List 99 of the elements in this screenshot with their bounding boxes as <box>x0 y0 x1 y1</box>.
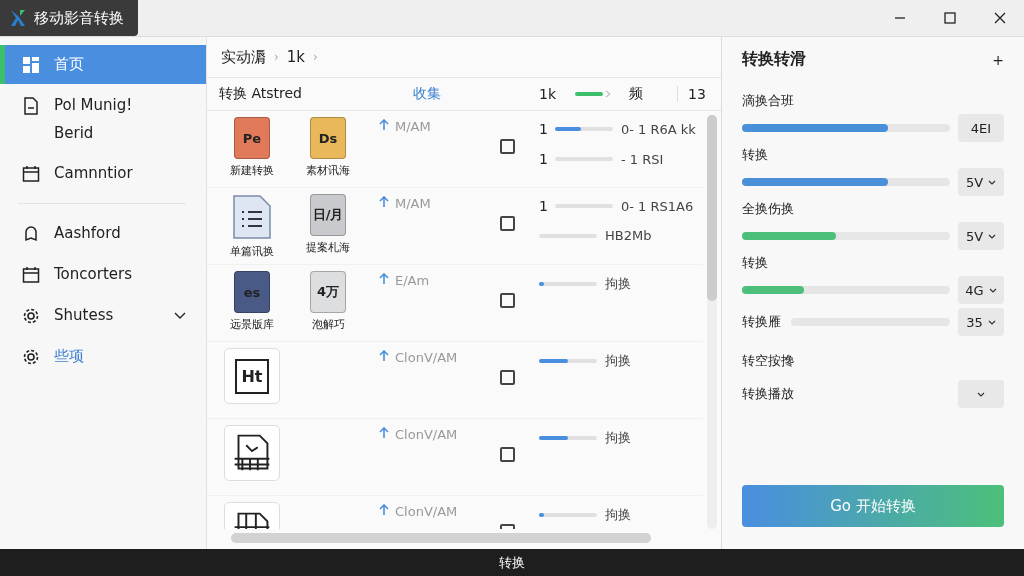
gear-icon <box>22 348 40 366</box>
gear-icon <box>22 307 40 325</box>
size-reading: HB2Mb <box>605 228 652 243</box>
upload-arrow-icon <box>379 350 389 362</box>
checkbox[interactable] <box>499 370 515 385</box>
doc-icon <box>22 97 40 115</box>
value-dropdown[interactable]: 4EI <box>958 114 1004 142</box>
setting-label: 转换 <box>742 146 769 164</box>
sidebar-item[interactable]: Shutess <box>0 296 206 335</box>
column-header[interactable]: 13 <box>677 86 706 102</box>
size-reading: 拘换 <box>605 275 631 293</box>
file-name: 素材讯海 <box>306 163 350 178</box>
timestamp: M/AM <box>395 196 431 211</box>
upload-arrow-icon <box>379 504 389 516</box>
size-reading: 拘换 <box>605 506 631 524</box>
file-icon: Pe <box>234 117 270 159</box>
size-reading: 拘换 <box>605 429 631 447</box>
timestamp: ClonV/AM <box>395 504 458 519</box>
checkbox[interactable] <box>499 139 515 154</box>
checkbox[interactable] <box>499 216 515 231</box>
sidebar-item[interactable]: 些项 <box>0 337 206 376</box>
slider[interactable] <box>742 178 950 186</box>
sidebar-item[interactable]: Pol Munig! Berid <box>0 86 206 152</box>
list-file-icon <box>232 194 272 240</box>
size-reading: 0- 1 RS1A6 <box>621 198 694 214</box>
slider[interactable] <box>539 436 597 440</box>
file-name: 远景版库 <box>230 317 274 332</box>
file-icon: es <box>234 271 270 313</box>
file-name: 新建转换 <box>230 163 274 178</box>
sidebar-item[interactable]: Camnntior <box>0 154 206 193</box>
breadcrumb-item[interactable]: 1k <box>286 48 306 66</box>
size-reading: 0- 1 R6A kk <box>621 121 696 137</box>
grid-icon <box>22 56 40 74</box>
setting-label: 转换 <box>742 254 769 272</box>
slider[interactable] <box>539 359 597 363</box>
timestamp: E/Am <box>395 273 430 288</box>
row-index: 1 <box>539 121 547 137</box>
column-header[interactable]: 1k <box>539 86 575 102</box>
section-label: 转空按搀 <box>742 352 795 370</box>
add-button[interactable]: + <box>992 51 1004 68</box>
timestamp: ClonV/AM <box>395 427 458 442</box>
breadcrumb-separator: › <box>313 50 318 64</box>
caret-icon <box>988 287 997 293</box>
row-index: 1 <box>539 198 547 214</box>
calendar-icon <box>22 266 40 284</box>
upload-arrow-icon <box>379 196 389 208</box>
file-name: 单篇讯换 <box>230 244 274 259</box>
file-icon: Ht <box>224 348 280 404</box>
slider[interactable] <box>742 286 950 294</box>
setting-label: 全换伤换 <box>742 200 795 218</box>
value-dropdown[interactable]: 5V <box>958 168 1004 196</box>
maximize-icon[interactable] <box>944 12 956 24</box>
timestamp: ClonV/AM <box>395 350 458 365</box>
column-header[interactable]: 频 <box>629 85 677 103</box>
file-icon: 日/月 <box>310 194 346 236</box>
sidebar-item[interactable]: Aashford <box>0 214 206 253</box>
row-index: 1 <box>539 151 547 167</box>
file-icon: Ds <box>310 117 346 159</box>
checkbox[interactable] <box>499 447 515 462</box>
file-name: 泡解巧 <box>311 317 345 332</box>
map-file-icon <box>224 425 280 481</box>
column-header[interactable]: 收集 <box>413 85 539 103</box>
slider[interactable] <box>742 124 950 132</box>
horizontal-scrollbar[interactable] <box>231 533 651 543</box>
setting-label: 转换播放 <box>742 385 794 403</box>
upload-arrow-icon <box>379 119 389 131</box>
value-dropdown[interactable]: 5V <box>958 222 1004 250</box>
sidebar-item[interactable]: Toncorters <box>0 255 206 294</box>
value-dropdown[interactable]: 35 <box>958 308 1004 336</box>
logo-icon <box>8 8 28 28</box>
progress-arrow-icon <box>575 90 613 98</box>
caret-icon <box>977 391 985 397</box>
bell-icon <box>22 225 40 243</box>
caret-icon <box>988 179 997 185</box>
panel-title: 转换转滑 <box>742 49 806 70</box>
status-bar-text: 转换 <box>499 553 525 572</box>
placeholder-bar <box>539 233 597 238</box>
setting-label: 滴换合班 <box>742 92 795 110</box>
column-header[interactable]: 转换 Atstred <box>219 85 413 103</box>
value-dropdown[interactable]: 4G <box>958 276 1004 304</box>
breadcrumb-separator: › <box>274 50 279 64</box>
upload-arrow-icon <box>379 427 389 439</box>
breadcrumb-item[interactable]: 实动漘 <box>221 47 266 67</box>
checkbox[interactable] <box>499 293 515 308</box>
setting-label: 转换雁 <box>742 313 781 331</box>
caret-icon <box>988 233 997 239</box>
slider[interactable] <box>555 127 613 131</box>
upload-arrow-icon <box>379 273 389 285</box>
size-reading: - 1 RSI <box>621 151 664 167</box>
close-icon[interactable] <box>994 12 1006 24</box>
caret-icon <box>987 319 996 325</box>
vertical-scrollbar[interactable] <box>707 115 717 529</box>
file-name: 提案札海 <box>306 240 350 255</box>
size-reading: 拘换 <box>605 352 631 370</box>
calendar-icon <box>22 165 40 183</box>
window-title: 移动影音转换 <box>34 8 124 28</box>
file-icon: 4万 <box>310 271 346 313</box>
timestamp: M/AM <box>395 119 431 134</box>
slider[interactable] <box>742 232 950 240</box>
